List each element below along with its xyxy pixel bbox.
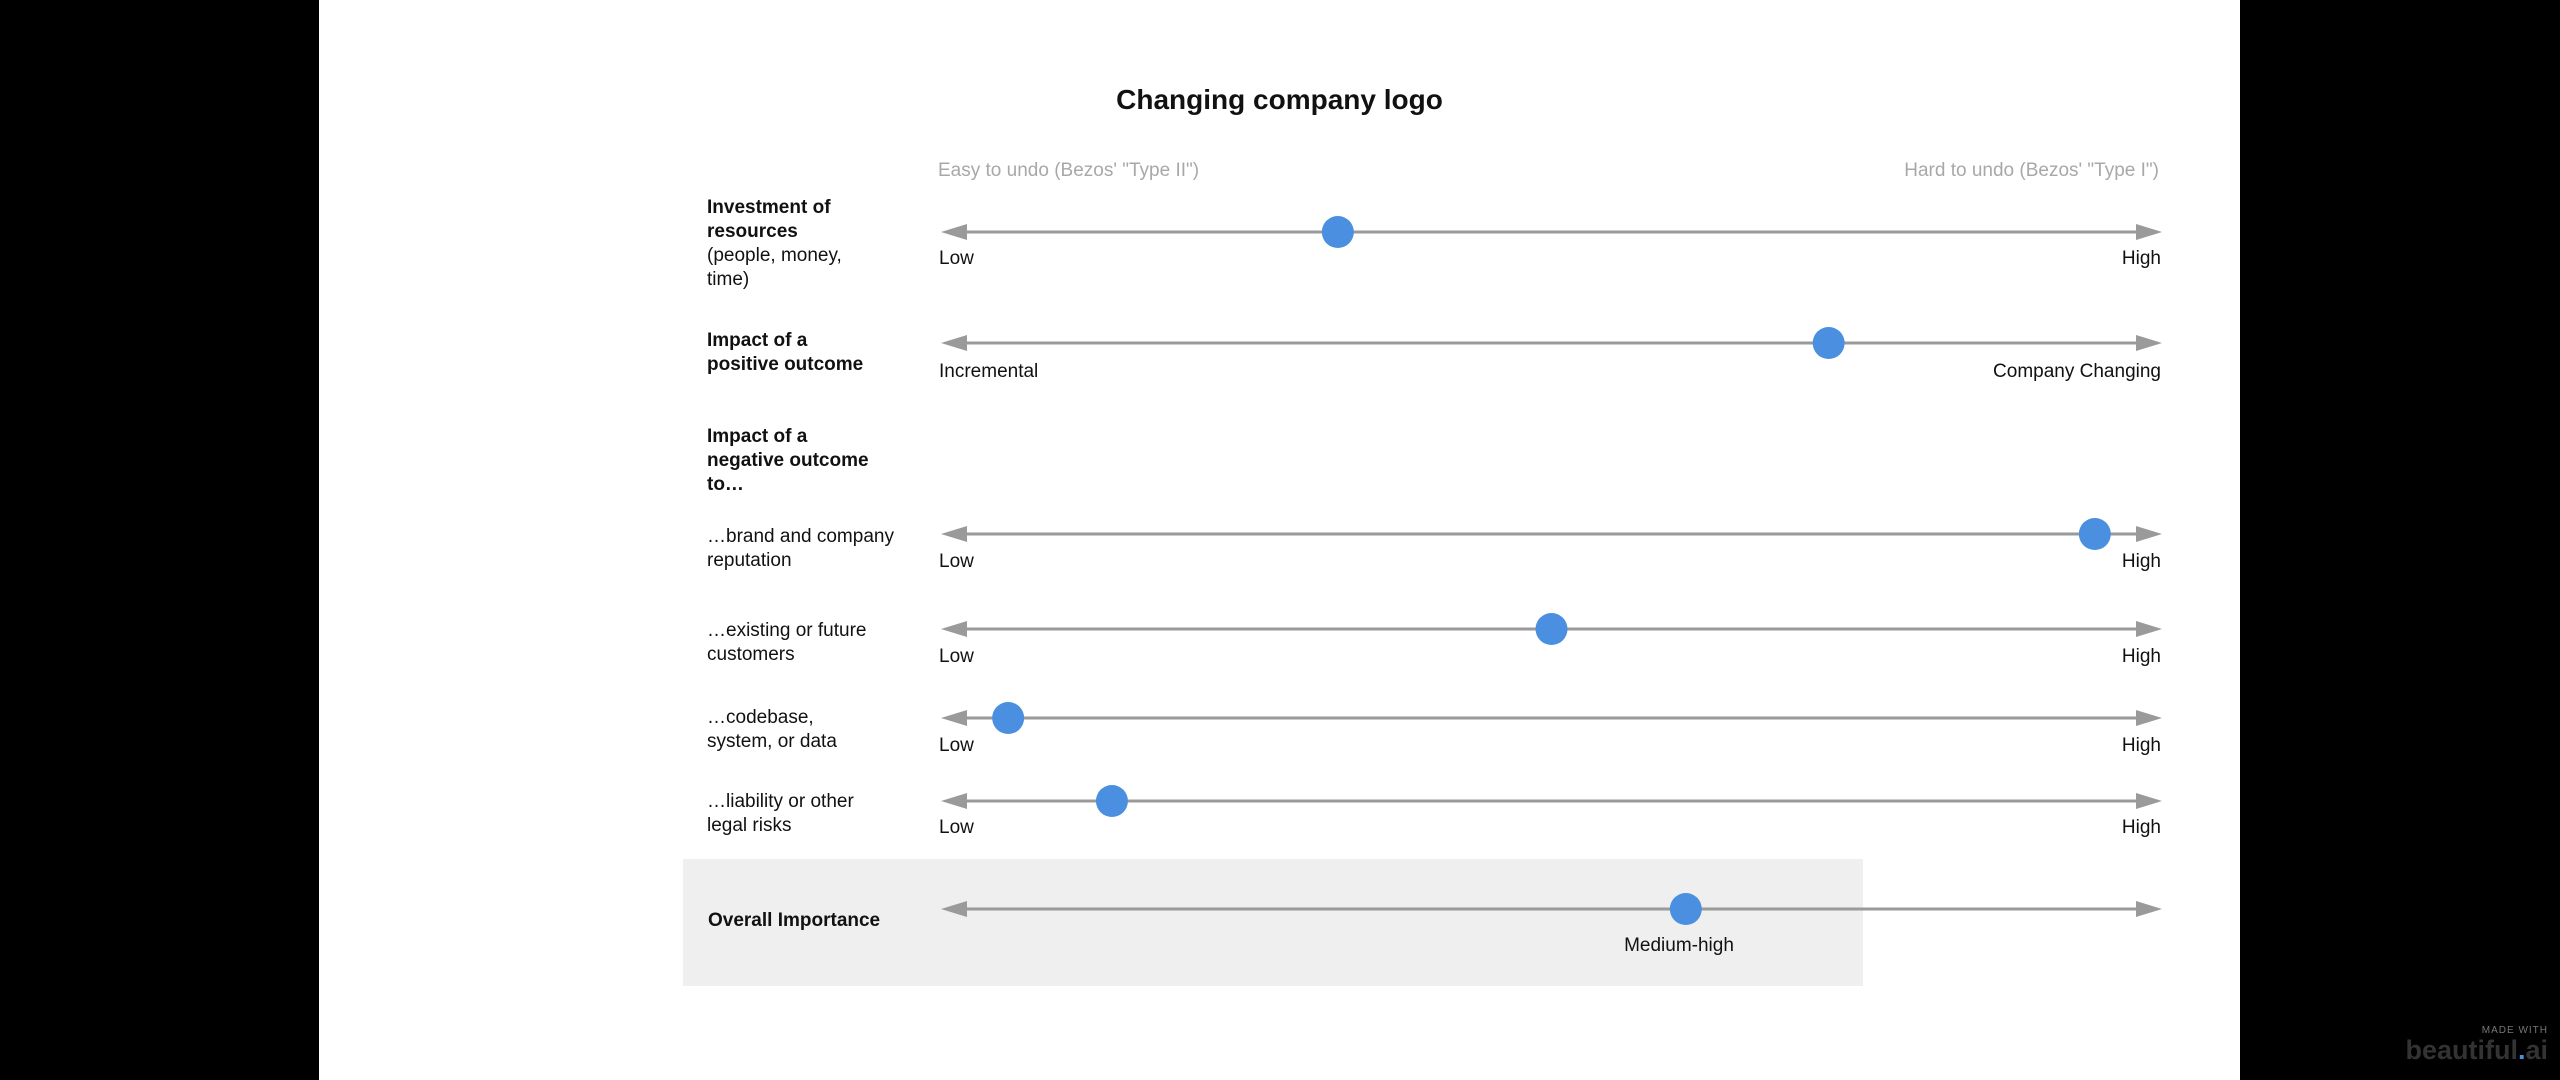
scale-customers-marker[interactable] [1535, 613, 1568, 645]
scale-positive-left-arrow-icon [941, 335, 967, 351]
scale-overall-right-arrow-icon [2136, 901, 2162, 917]
scale-liability-left-arrow-icon [941, 793, 967, 809]
scale-liability-right-arrow-icon [2136, 793, 2162, 809]
scale-customers-left-arrow-icon [941, 621, 967, 637]
scale-positive-marker[interactable] [1812, 327, 1845, 359]
scale-overall-marker[interactable] [1669, 893, 1702, 925]
scale-liability-marker[interactable] [1095, 785, 1128, 817]
scale-overall [941, 893, 2162, 925]
scale-investment-marker[interactable] [1321, 216, 1354, 248]
scale-customers [941, 613, 2162, 645]
scale-liability [941, 785, 2162, 817]
scale-brand-right-arrow-icon [2136, 526, 2162, 542]
brand-logo: beautiful.ai [2405, 1035, 2548, 1065]
scale-positive [941, 327, 2162, 359]
scale-codebase [941, 702, 2162, 734]
scale-investment-left-arrow-icon [941, 224, 967, 240]
scales-graphic [941, 216, 2162, 925]
scale-positive-right-arrow-icon [2136, 335, 2162, 351]
scale-brand [941, 518, 2162, 550]
scale-customers-right-arrow-icon [2136, 621, 2162, 637]
scale-brand-marker[interactable] [2078, 518, 2111, 550]
scale-codebase-left-arrow-icon [941, 710, 967, 726]
made-with-badge: MADE WITH beautiful.ai [2405, 1025, 2548, 1065]
scale-investment [941, 216, 2162, 248]
scale-brand-left-arrow-icon [941, 526, 967, 542]
scale-codebase-marker[interactable] [992, 702, 1025, 734]
slide: Changing company logo Easy to undo (Bezo… [319, 0, 2240, 1080]
scale-investment-right-arrow-icon [2136, 224, 2162, 240]
scale-overall-left-arrow-icon [941, 901, 967, 917]
scale-codebase-right-arrow-icon [2136, 710, 2162, 726]
